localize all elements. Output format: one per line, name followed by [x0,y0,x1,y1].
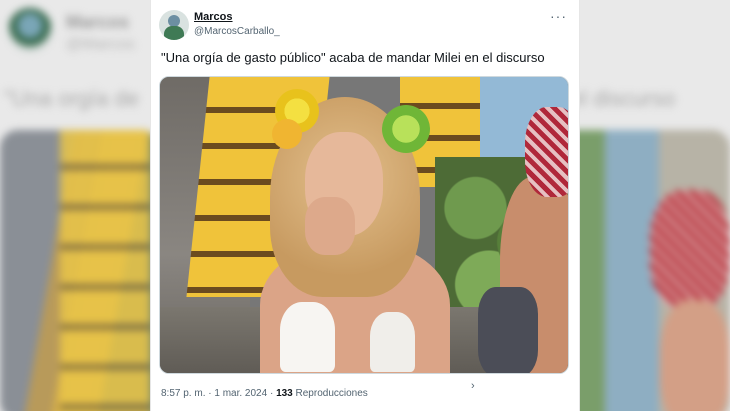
backdrop-text-left: "Una orgía de [4,86,140,111]
more-icon[interactable]: ··· [550,8,567,24]
tweet-date[interactable]: 1 mar. 2024 [214,388,267,399]
views-label: Reproducciones [292,388,368,399]
backdrop-text-right: el discurso [570,86,676,111]
chevron-right-icon: › [471,380,475,392]
user-avatar[interactable] [159,10,189,40]
backdrop-avatar [8,8,52,52]
tweet-card: Marcos @MarcosCarballo_ ··· "Una orgía d… [150,0,580,411]
tweet-meta: 8:57 p. m. · 1 mar. 2024 · 133 Reproducc… [161,388,368,399]
author-handle[interactable]: @MarcosCarballo_ [194,26,280,37]
backdrop-handle: @Marcos [66,36,135,53]
views-count: 133 [276,388,293,399]
tweet-time[interactable]: 8:57 p. m. [161,388,205,399]
meta-separator-2: · [267,388,277,399]
backdrop-photo-left [0,130,160,411]
author-name[interactable]: Marcos [194,11,233,23]
tweet-media-image[interactable] [159,76,569,374]
tweet-text: "Una orgía de gasto público" acaba de ma… [161,50,545,65]
backdrop-name: Marcos [66,12,130,32]
